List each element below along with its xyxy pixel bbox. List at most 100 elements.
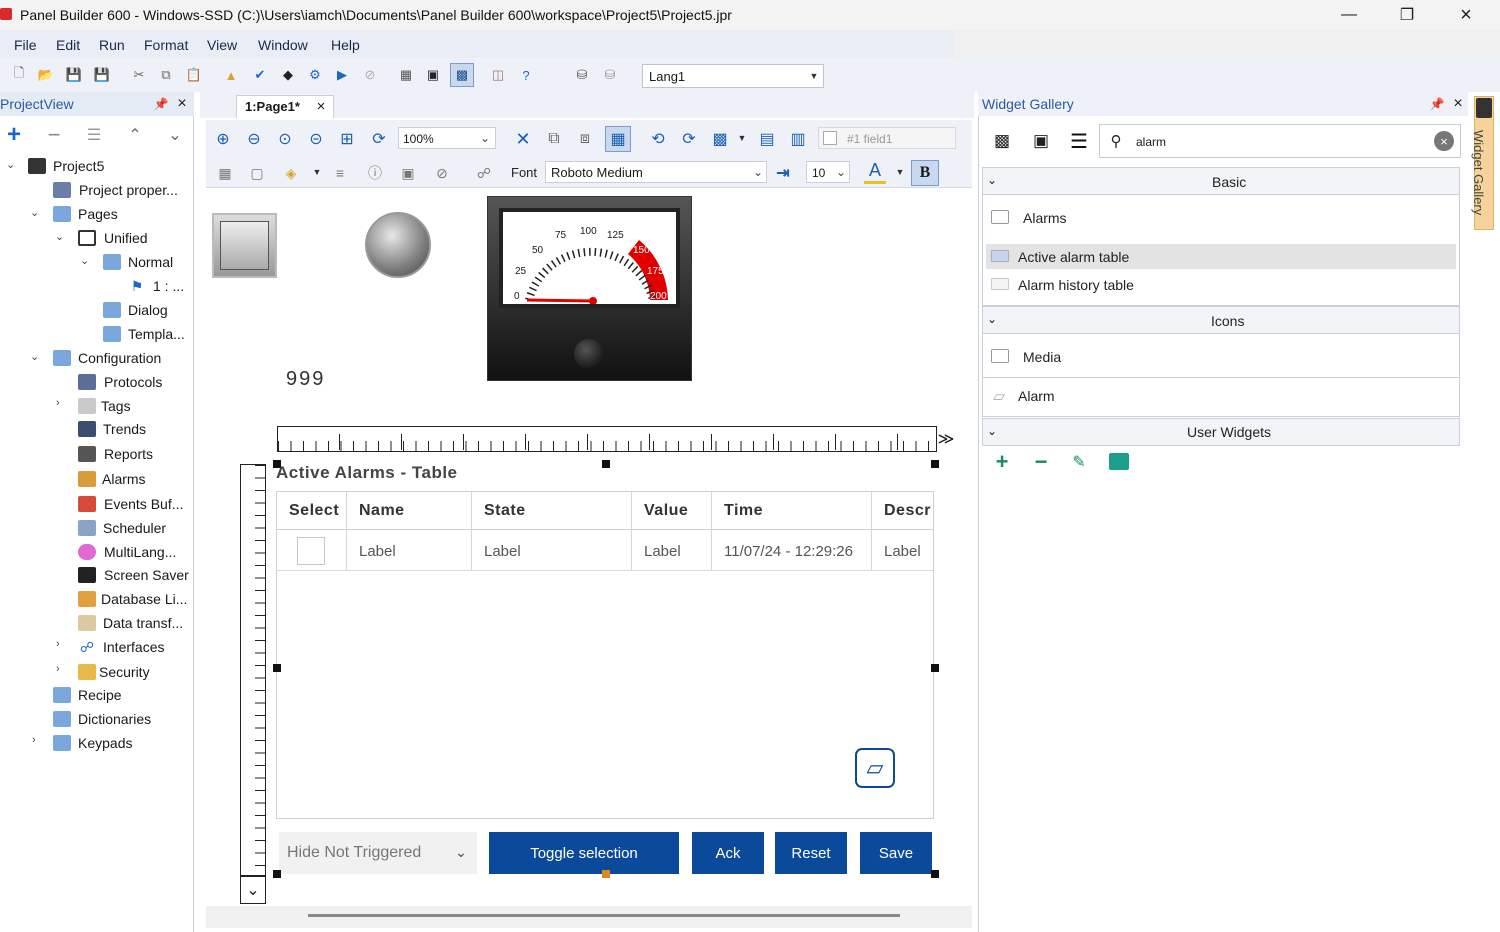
add-user-widget-icon[interactable]: + [992, 449, 1012, 474]
align-icon[interactable]: ▩ [709, 128, 731, 150]
zoom-custom-icon[interactable]: ⟳ [368, 128, 390, 150]
resize-handle[interactable] [273, 870, 281, 878]
ack-button[interactable]: Ack [692, 832, 764, 874]
button-widget[interactable] [212, 213, 277, 278]
resize-handle[interactable] [273, 664, 281, 672]
screen-icon[interactable]: ▣ [424, 66, 442, 84]
save-icon[interactable]: 💾 [65, 66, 83, 84]
scrollbar-thumb[interactable] [308, 914, 900, 917]
horizontal-scrollbar[interactable] [206, 906, 972, 928]
pin-icon[interactable]: 📌 [154, 96, 169, 112]
info-icon[interactable]: ⓘ [364, 162, 386, 184]
zoom-width-icon[interactable]: ⊝ [305, 128, 327, 150]
resize-handle[interactable] [931, 870, 939, 878]
save-button[interactable]: Save [860, 832, 932, 874]
validate-icon[interactable]: ✔ [251, 66, 269, 84]
tree-project[interactable]: Project5 [53, 158, 104, 174]
tree-trends[interactable]: Trends [103, 421, 146, 437]
list-view-icon[interactable]: ☰ [1067, 130, 1091, 153]
bring-front-icon[interactable]: ▤ [756, 128, 778, 150]
column-header-descr[interactable]: Descr [884, 502, 932, 520]
gallery-folder-alarms[interactable]: Alarms [1023, 210, 1067, 226]
paste-icon[interactable]: 📋 [185, 66, 203, 84]
tree-recipe[interactable]: Recipe [78, 687, 122, 703]
menu-edit[interactable]: Edit [56, 37, 80, 53]
resize-handle[interactable] [602, 870, 610, 878]
tree-database[interactable]: Database Li... [101, 591, 187, 607]
chevron-down-icon[interactable]: ⌄ [80, 254, 89, 267]
fill-color-icon[interactable]: ◈ [280, 162, 302, 184]
tree-screensaver[interactable]: Screen Saver [104, 567, 189, 583]
table-icon[interactable]: ▦ [214, 162, 236, 184]
chevron-down-icon[interactable]: ⌄ [984, 311, 1000, 327]
tree-normal[interactable]: Normal [128, 254, 173, 270]
menu-file[interactable]: File [14, 37, 37, 53]
filter-dropdown-icon[interactable]: ⌄ [452, 842, 470, 862]
project-settings-icon[interactable]: ◫ [489, 66, 507, 84]
close-window-button[interactable]: × [1443, 0, 1489, 30]
menu-format[interactable]: Format [144, 37, 188, 53]
debug-icon[interactable]: ⚙ [306, 66, 324, 84]
new-file-icon[interactable]: 🗋 [10, 65, 28, 84]
column-header-time[interactable]: Time [724, 502, 763, 520]
tree-templates[interactable]: Templa... [128, 326, 185, 342]
no-image-icon[interactable]: ⊘ [431, 162, 453, 184]
tree-dialog[interactable]: Dialog [128, 302, 168, 318]
zoom-in-icon[interactable]: ⊕ [212, 128, 234, 150]
chevron-right-icon[interactable]: › [56, 638, 60, 650]
vertical-scale-widget[interactable] [240, 464, 266, 876]
zoom-out-icon[interactable]: ⊖ [243, 128, 265, 150]
menu-view[interactable]: View [207, 37, 237, 53]
close-panel-icon[interactable]: × [174, 95, 190, 112]
chevron-down-icon[interactable]: ⌄ [984, 423, 1000, 439]
chevron-down-icon[interactable]: ⌄ [30, 350, 39, 363]
tree-datatransfer[interactable]: Data transf... [103, 615, 183, 631]
tree-events[interactable]: Events Buf... [104, 496, 183, 512]
resize-handle[interactable] [602, 460, 610, 468]
tree-alarms[interactable]: Alarms [102, 471, 146, 487]
toggle-selection-button[interactable]: Toggle selection [489, 832, 679, 874]
transfer-disabled-icon[interactable]: ⛁ [601, 66, 619, 84]
folder-user-widget-icon[interactable] [1109, 453, 1129, 470]
tree-dictionaries[interactable]: Dictionaries [78, 711, 151, 727]
gallery-item-active-alarm-table[interactable]: Active alarm table [1018, 249, 1129, 265]
tree-multilang[interactable]: MultiLang... [104, 544, 176, 560]
copy-icon[interactable]: ⧉ [157, 66, 175, 84]
build-icon[interactable]: ◆ [279, 66, 297, 84]
resize-handle[interactable] [931, 664, 939, 672]
column-header-name[interactable]: Name [359, 502, 405, 520]
layout-toggle-icon[interactable]: ▩ [450, 63, 474, 87]
close-panel-icon[interactable]: × [1450, 95, 1466, 112]
tree-keypads[interactable]: Keypads [78, 735, 132, 751]
language-dropdown-icon[interactable]: ▼ [808, 68, 820, 84]
open-folder-icon[interactable]: 📂 [37, 66, 55, 84]
tree-protocols[interactable]: Protocols [104, 374, 162, 390]
tree-reports[interactable]: Reports [104, 446, 153, 462]
stop-icon[interactable]: ⊘ [361, 66, 379, 84]
font-size-dropdown-icon[interactable]: ⌄ [834, 164, 848, 180]
remove-icon[interactable]: − [44, 122, 64, 147]
menu-help[interactable]: Help [331, 37, 360, 53]
font-color-dropdown-icon[interactable]: ▼ [894, 166, 906, 178]
gallery-item-alarm-history-table[interactable]: Alarm history table [1018, 277, 1134, 293]
chevron-down-icon[interactable]: ⌄ [6, 158, 15, 171]
chevron-down-icon[interactable]: ⌄ [55, 230, 64, 243]
menu-window[interactable]: Window [258, 37, 308, 53]
tree-scheduler[interactable]: Scheduler [103, 520, 166, 536]
tree-interfaces[interactable]: Interfaces [103, 639, 164, 655]
column-header-value[interactable]: Value [644, 502, 688, 520]
chevron-right-icon[interactable]: › [56, 663, 60, 675]
add-widget-icon[interactable]: ▩ [990, 130, 1014, 152]
bell-icon[interactable]: ▱ [855, 748, 895, 788]
restore-button[interactable]: ❐ [1384, 0, 1430, 30]
font-color-icon[interactable]: A [864, 160, 886, 184]
line-style-icon[interactable]: ≡ [329, 162, 351, 184]
ungroup-icon[interactable]: ⧈ [574, 128, 596, 150]
properties-icon[interactable]: ☰ [84, 124, 104, 146]
column-header-state[interactable]: State [484, 502, 526, 520]
gallery-folder-media[interactable]: Media [1023, 349, 1061, 365]
tree-security[interactable]: Security [99, 664, 150, 680]
reset-button[interactable]: Reset [775, 832, 847, 874]
widget-search-input[interactable]: alarm [1099, 124, 1461, 158]
delete-icon[interactable]: ✕ [512, 128, 534, 150]
